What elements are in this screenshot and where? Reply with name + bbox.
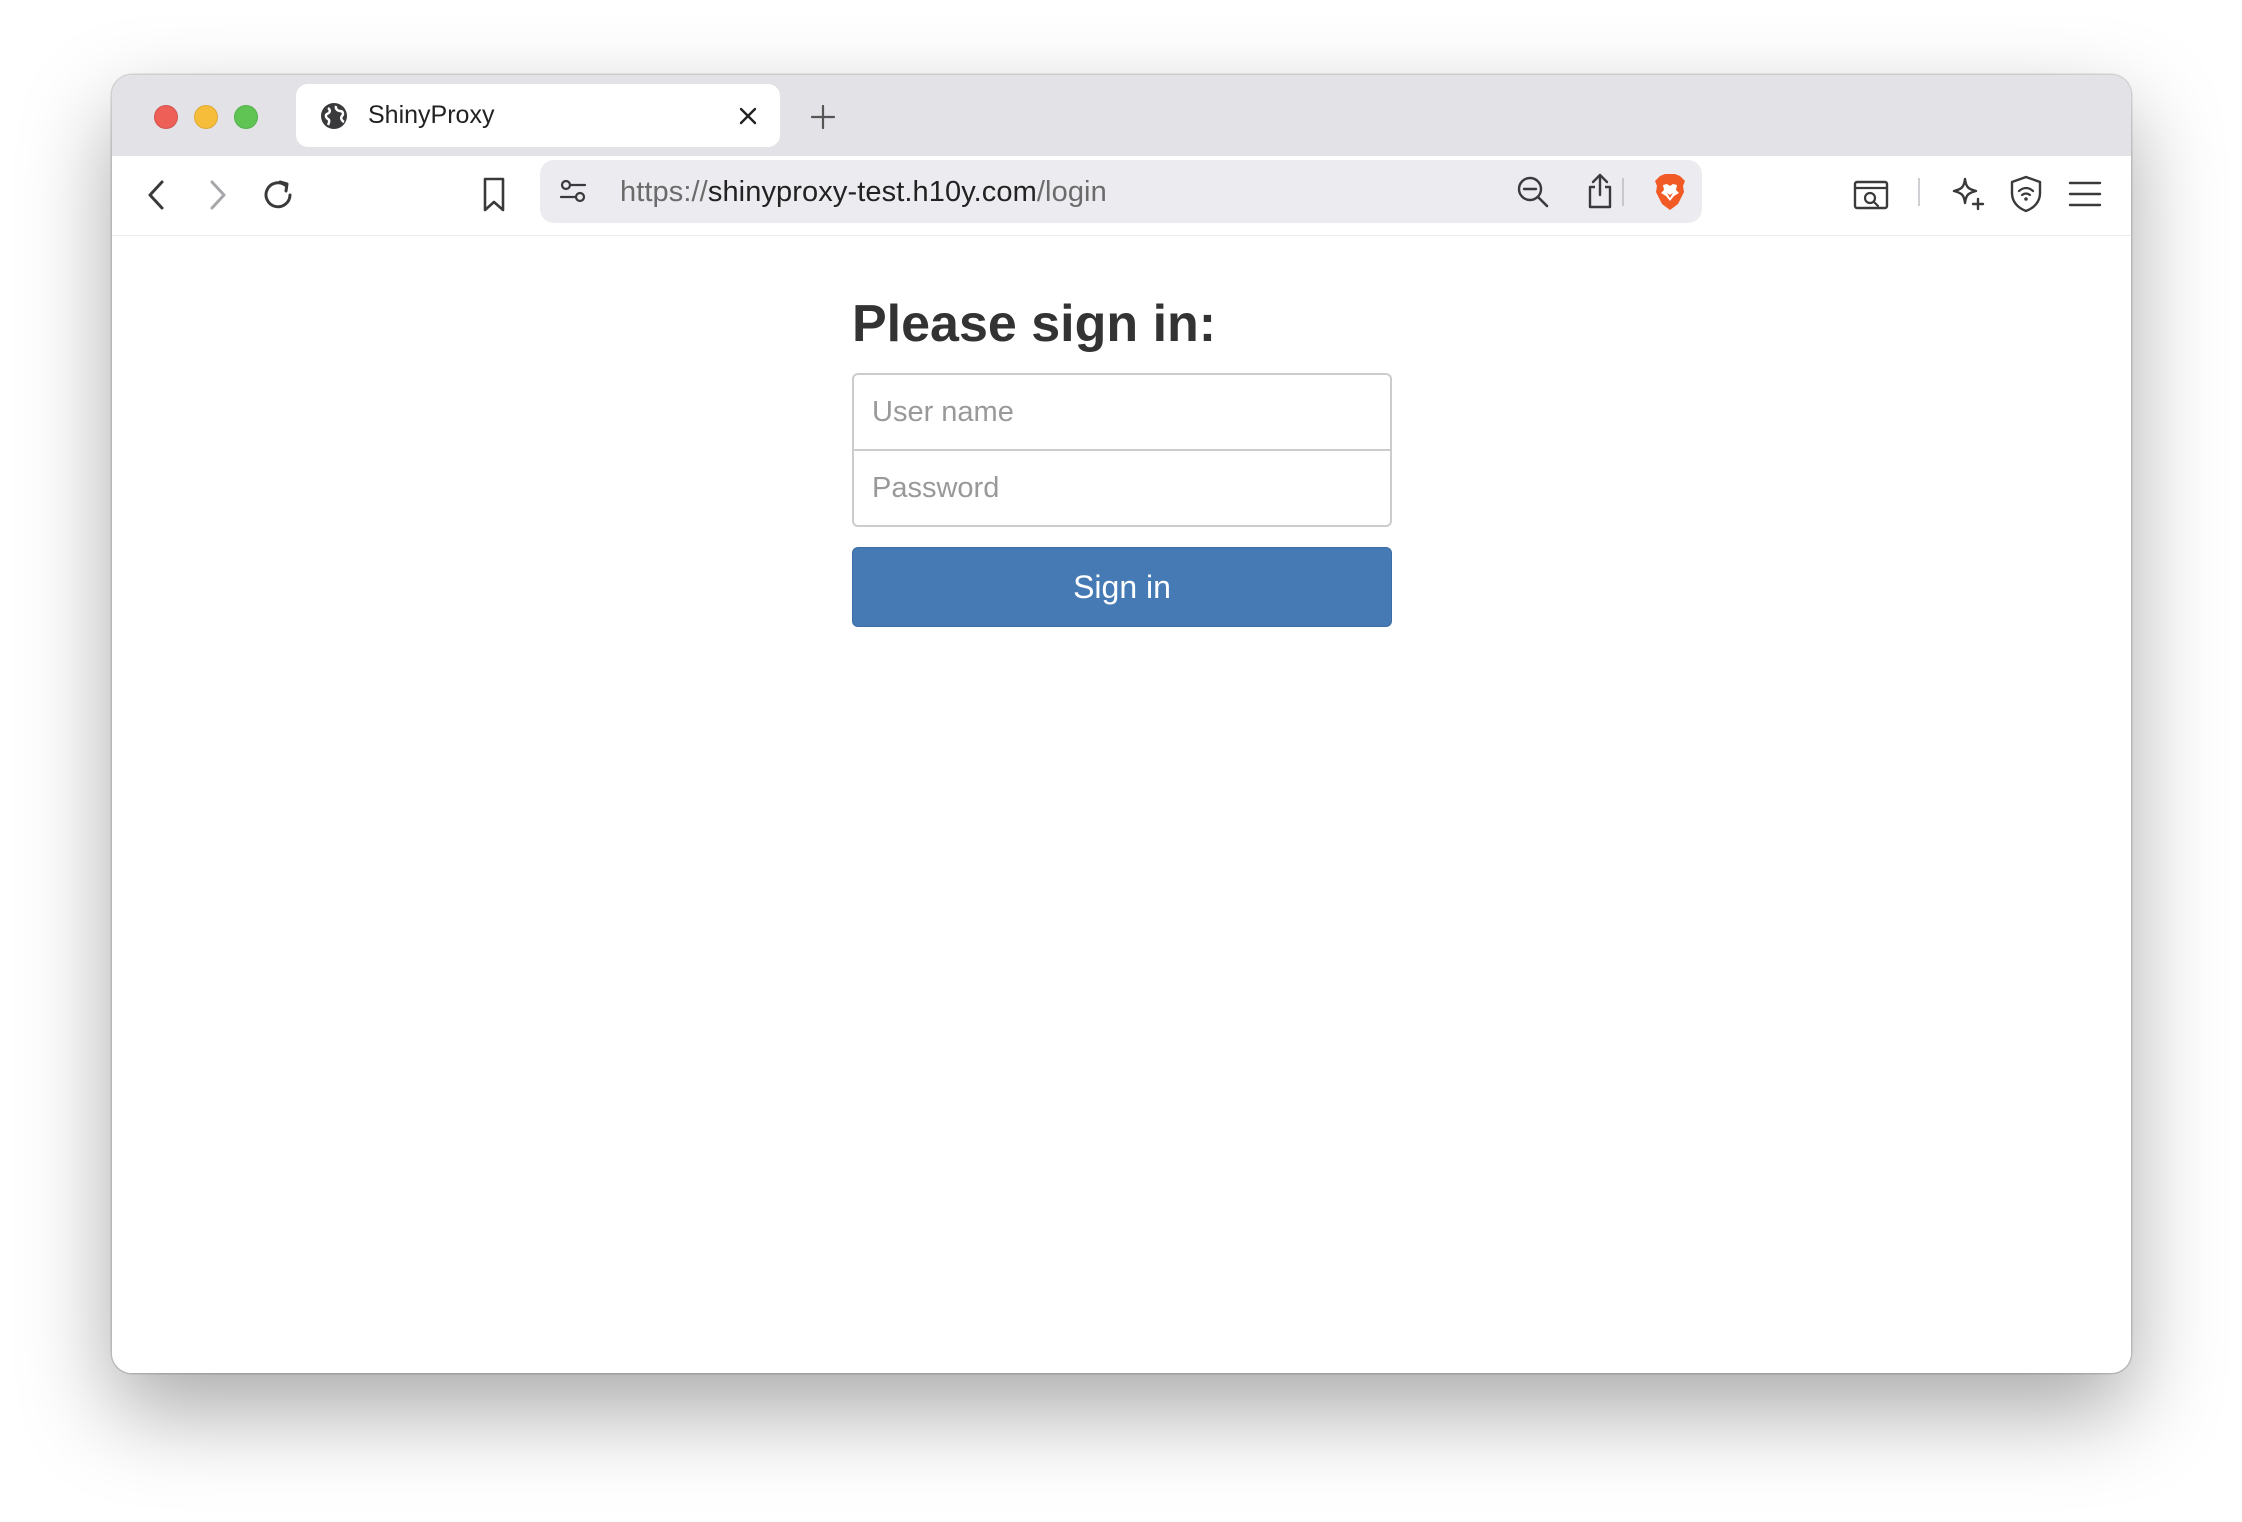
new-tab-icon[interactable] [808,102,838,132]
tab-bar: ShinyProxy [112,75,2131,156]
bookmark-icon[interactable] [479,176,509,214]
globe-icon [321,103,347,129]
forward-icon[interactable] [202,178,232,212]
vpn-shield-icon[interactable] [2008,174,2044,214]
share-icon[interactable] [1585,172,1615,210]
close-tab-icon[interactable] [736,104,760,128]
page-title: Please sign in: [852,295,1217,353]
reader-view-icon[interactable] [1852,178,1890,212]
close-window-button[interactable] [154,105,178,129]
menu-icon[interactable] [2067,178,2103,210]
tab-title: ShinyProxy [368,101,495,129]
back-icon[interactable] [142,178,172,212]
url-text[interactable]: https://shinyproxy-test.h10y.com/login [620,175,1107,209]
zoom-window-button[interactable] [234,105,258,129]
address-bar-divider [1622,178,1624,206]
password-field[interactable] [852,449,1392,527]
username-field[interactable] [852,373,1392,451]
url-path: /login [1036,176,1107,208]
tab-shinyproxy[interactable]: ShinyProxy [296,84,780,147]
url-host: shinyproxy-test.h10y.com [707,176,1037,208]
toolbar-divider [1918,178,1920,206]
site-settings-icon[interactable] [558,176,588,206]
sign-in-button[interactable]: Sign in [852,547,1392,627]
zoom-out-icon[interactable] [1515,174,1551,210]
address-bar[interactable]: https://shinyproxy-test.h10y.com/login [540,160,1702,223]
url-protocol: https:// [620,176,708,208]
page-content: Please sign in: Sign in [112,235,2131,1373]
brave-shields-icon[interactable] [1652,172,1688,212]
reload-icon[interactable] [259,176,297,214]
browser-window: ShinyProxy https://shinyproxy-test.h10y.… [112,75,2131,1373]
leo-ai-icon[interactable] [1948,174,1988,214]
minimize-window-button[interactable] [194,105,218,129]
